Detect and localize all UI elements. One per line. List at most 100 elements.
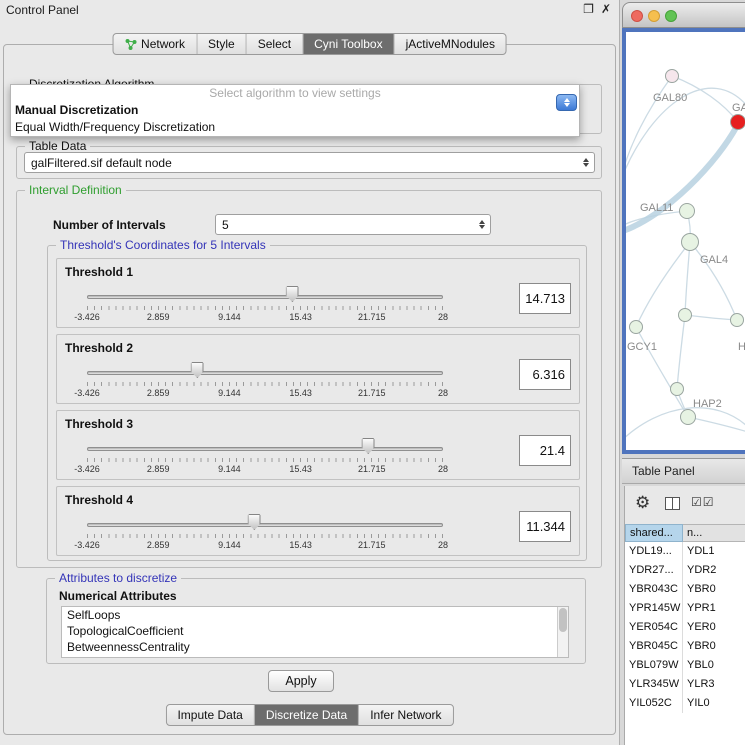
scrollbar-thumb[interactable]: [559, 608, 567, 632]
threshold-slider[interactable]: -3.4262.8599.14415.4321.71528: [87, 359, 443, 401]
tab-style[interactable]: Style: [196, 34, 246, 54]
network-node[interactable]: [665, 69, 679, 83]
zoom-traffic-light-icon[interactable]: [665, 10, 677, 22]
number-of-intervals-select[interactable]: 5: [215, 214, 491, 235]
attributes-group-title: Attributes to discretize: [55, 571, 181, 585]
tab-network[interactable]: Network: [113, 34, 196, 54]
interval-definition-group: Interval Definition Number of Intervals …: [16, 190, 602, 568]
float-panel-icon[interactable]: ❐: [583, 2, 594, 16]
column-header-name[interactable]: n...: [683, 524, 745, 542]
table-row[interactable]: YBR043CYBR0: [625, 580, 745, 599]
control-panel: Control Panel ❐ ✗ Network Style Select C…: [0, 0, 620, 745]
numerical-attribute-item[interactable]: TopologicalCoefficient: [62, 623, 568, 639]
table-cell: YER054C: [625, 618, 683, 637]
threshold-slider[interactable]: -3.4262.8599.14415.4321.71528: [87, 283, 443, 325]
network-node[interactable]: [730, 313, 744, 327]
table-cell: YDR27...: [625, 561, 683, 580]
network-node[interactable]: [670, 382, 684, 396]
interval-definition-title: Interval Definition: [25, 183, 126, 197]
table-row[interactable]: YBR045CYBR0: [625, 637, 745, 656]
table-cell: YBR0: [683, 580, 745, 599]
table-cell: YDL19...: [625, 542, 683, 561]
algorithm-option-equal-width[interactable]: Equal Width/Frequency Discretization: [11, 119, 579, 136]
tab-label: Cyni Toolbox: [314, 37, 382, 51]
tab-jactivemnodules[interactable]: jActiveMNodules: [394, 34, 506, 54]
table-header-row: shared... n...: [625, 524, 745, 542]
slider-track[interactable]: [87, 371, 443, 375]
columns-icon[interactable]: [665, 497, 680, 510]
network-node[interactable]: [680, 409, 696, 425]
slider-ruler: [87, 306, 443, 310]
network-node-label: GAL4: [700, 254, 728, 266]
tab-discretize-data[interactable]: Discretize Data: [254, 705, 358, 725]
table-cell: YPR1: [683, 599, 745, 618]
slider-track[interactable]: [87, 295, 443, 299]
network-view[interactable]: GAL80GAGAL11GAL4GCY1HAP2H: [622, 28, 745, 454]
column-header-shared-name[interactable]: shared...: [625, 524, 683, 542]
gear-icon[interactable]: ⚙: [635, 493, 650, 513]
table-cell: YBR0: [683, 637, 745, 656]
list-scrollbar[interactable]: [557, 607, 568, 657]
numerical-attributes-list[interactable]: SelfLoopsTopologicalCoefficientBetweenne…: [61, 606, 569, 658]
slider-thumb[interactable]: [191, 362, 204, 378]
checkbox-icons[interactable]: ☑☑: [691, 495, 715, 509]
arrow-down-icon: [564, 103, 570, 107]
threshold-value-box[interactable]: 6.316: [519, 359, 571, 390]
table-row[interactable]: YDR27...YDR2: [625, 561, 745, 580]
table-row[interactable]: YBL079WYBL0: [625, 656, 745, 675]
threshold-slider[interactable]: -3.4262.8599.14415.4321.71528: [87, 435, 443, 477]
network-node[interactable]: [629, 320, 643, 334]
table-row[interactable]: YDL19...YDL1: [625, 542, 745, 561]
threshold-value-box[interactable]: 21.4: [519, 435, 571, 466]
tab-infer-network[interactable]: Infer Network: [358, 705, 452, 725]
table-data-label: Table Data: [25, 139, 90, 153]
tab-label: Infer Network: [370, 708, 441, 722]
tab-select[interactable]: Select: [246, 34, 302, 54]
scale-tick-label: 2.859: [147, 388, 170, 398]
apply-button[interactable]: Apply: [268, 670, 334, 692]
slider-thumb[interactable]: [286, 286, 299, 302]
slider-thumb[interactable]: [362, 438, 375, 454]
tab-label: Select: [258, 37, 291, 51]
close-panel-icon[interactable]: ✗: [601, 2, 611, 16]
tab-cyni-toolbox[interactable]: Cyni Toolbox: [302, 34, 393, 54]
network-node[interactable]: [730, 114, 745, 130]
slider-track[interactable]: [87, 447, 443, 451]
threshold-label: Threshold 3: [65, 417, 133, 431]
threshold-value-box[interactable]: 11.344: [519, 511, 571, 542]
table-cell: YDR2: [683, 561, 745, 580]
table-row[interactable]: YLR345WYLR3: [625, 675, 745, 694]
table-cell: YPR145W: [625, 599, 683, 618]
tab-label: jActiveMNodules: [406, 37, 495, 51]
algorithm-combo-button[interactable]: [556, 94, 577, 111]
scale-tick-label: 15.43: [289, 312, 312, 322]
table-row[interactable]: YER054CYER0: [625, 618, 745, 637]
table-row[interactable]: YPR145WYPR1: [625, 599, 745, 618]
network-node-label: GA: [732, 102, 745, 114]
screen: Control Panel ❐ ✗ Network Style Select C…: [0, 0, 745, 745]
minimize-traffic-light-icon[interactable]: [648, 10, 660, 22]
numerical-attribute-item[interactable]: BetweennessCentrality: [62, 639, 568, 655]
table-data-value: galFiltered.sif default node: [25, 156, 578, 170]
table-row[interactable]: YIL052CYIL0: [625, 694, 745, 713]
slider-track[interactable]: [87, 523, 443, 527]
network-node[interactable]: [679, 203, 695, 219]
network-node-label: GCY1: [627, 341, 657, 353]
slider-thumb[interactable]: [248, 514, 261, 530]
network-node[interactable]: [681, 233, 699, 251]
slider-ruler: [87, 382, 443, 386]
stepper-icon: [474, 220, 490, 229]
table-panel-header[interactable]: Table Panel: [622, 458, 745, 484]
numerical-attribute-item[interactable]: SelfLoops: [62, 607, 568, 623]
numerical-attributes-heading: Numerical Attributes: [59, 589, 177, 603]
scale-tick-label: 9.144: [218, 464, 241, 474]
scale-tick-label: 2.859: [147, 464, 170, 474]
threshold-slider[interactable]: -3.4262.8599.14415.4321.71528: [87, 511, 443, 553]
threshold-value-box[interactable]: 14.713: [519, 283, 571, 314]
network-node[interactable]: [678, 308, 692, 322]
close-traffic-light-icon[interactable]: [631, 10, 643, 22]
algorithm-option-manual[interactable]: Manual Discretization: [11, 102, 579, 119]
threshold-label: Threshold 4: [65, 493, 133, 507]
table-data-select[interactable]: galFiltered.sif default node: [24, 152, 595, 173]
tab-impute-data[interactable]: Impute Data: [166, 705, 253, 725]
